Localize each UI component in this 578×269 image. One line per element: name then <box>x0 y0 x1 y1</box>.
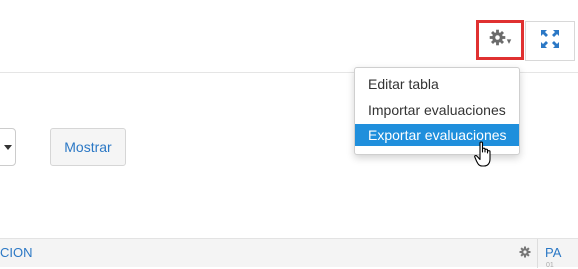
gear-icon[interactable] <box>519 245 531 263</box>
menu-item-edit-table[interactable]: Editar tabla <box>355 73 519 95</box>
caret-down-icon <box>4 145 12 150</box>
table-header-row: CION PA 01 <box>0 238 578 269</box>
menu-item-export-grades[interactable]: Exportar evaluaciones <box>355 124 519 146</box>
gear-icon <box>489 29 506 51</box>
hand-pointer-cursor-icon <box>474 141 494 174</box>
filter-select[interactable] <box>0 128 16 166</box>
fullscreen-button[interactable] <box>525 21 575 61</box>
settings-menu-button[interactable]: ▾ <box>476 20 524 60</box>
show-button[interactable]: Mostrar <box>50 128 126 166</box>
column-header-pa[interactable]: PA <box>545 245 561 260</box>
chevron-down-icon: ▾ <box>506 35 512 46</box>
settings-dropdown-menu: Editar tabla Importar evaluaciones Expor… <box>354 67 520 155</box>
column-divider <box>537 239 538 268</box>
expand-icon <box>541 29 559 53</box>
column-header-pa-sub: 01 <box>546 262 554 269</box>
column-header-cion[interactable]: CION <box>0 245 33 260</box>
menu-item-import-grades[interactable]: Importar evaluaciones <box>355 99 519 121</box>
